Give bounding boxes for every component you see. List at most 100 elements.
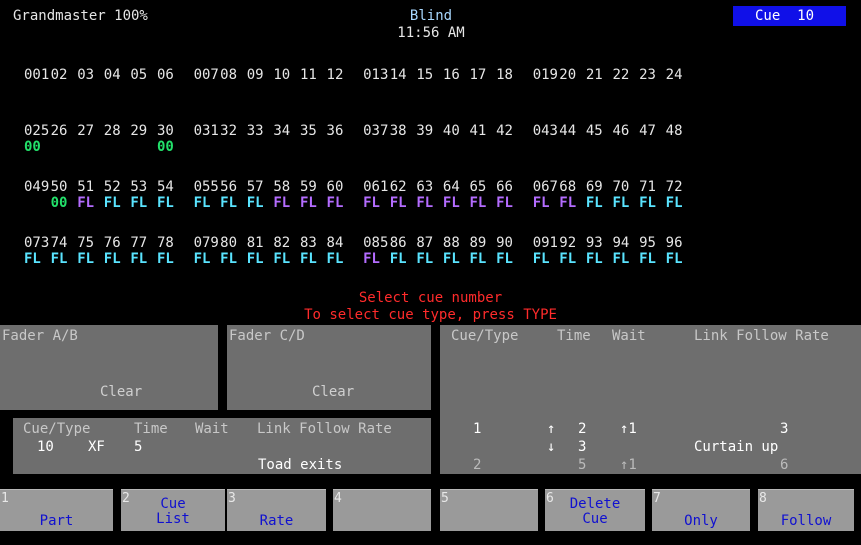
softkey-8-follow[interactable]: 8 Follow: [758, 489, 854, 531]
channel-level: FL: [585, 195, 603, 211]
channel-number: 51: [77, 179, 95, 195]
channel-number: 091: [532, 235, 558, 251]
channel-cell: 50 00: [51, 180, 78, 210]
channel-cell: 10: [273, 68, 300, 98]
cue-list-header-time: Time: [557, 328, 591, 344]
channel-cell: 82 FL: [273, 236, 300, 266]
channel-cell: 30 00: [157, 124, 184, 154]
channel-cell: 72 FL: [666, 180, 693, 210]
cue-list-row1-link: 3: [780, 421, 789, 437]
channel-number: 50: [50, 179, 68, 195]
channel-level: FL: [193, 195, 211, 211]
channel-level: FL: [469, 195, 487, 211]
channel-cell: 53 FL: [130, 180, 157, 210]
channel-cell: 77 FL: [130, 236, 157, 266]
channel-cell: 62 FL: [390, 180, 417, 210]
channel-number: 94: [612, 235, 630, 251]
display-mode-label: Blind: [409, 8, 453, 24]
channel-number: 90: [496, 235, 513, 251]
softkey-6-delete-cue[interactable]: 6 Delete Cue: [545, 489, 645, 531]
channel-number: 03: [77, 67, 95, 83]
cue-list-row3-time: 5: [578, 457, 587, 473]
channel-cell: 57 FL: [247, 180, 274, 210]
cue-detail-cue-type: XF: [88, 439, 105, 455]
channel-group: 037 38 39 40 41 42: [363, 124, 523, 154]
channel-cell: 091 FL: [533, 236, 560, 266]
cue-list-row1-time: 2: [578, 421, 587, 437]
channel-cell: 11: [300, 68, 327, 98]
channel-level: FL: [130, 195, 148, 211]
channel-cell: 019: [533, 68, 560, 98]
channel-number: 47: [639, 123, 656, 139]
softkey-3-number: 3: [228, 491, 236, 506]
channel-level: FL: [220, 251, 238, 267]
channel-group: 031 32 33 34 35 36: [194, 124, 354, 154]
channel-number: 58: [273, 179, 291, 195]
channel-number: 92: [559, 235, 577, 251]
softkey-4[interactable]: 4: [333, 489, 431, 531]
channel-number: 085: [363, 235, 389, 251]
channel-number: 42: [496, 123, 513, 139]
channel-level: 00: [50, 195, 68, 211]
channel-group: 085 FL 86 FL 87 FL 88 FL 89 FL 90 FL: [363, 236, 523, 266]
prompt-line-2: To select cue type, press TYPE: [304, 307, 557, 323]
channel-group: 013 14 15 16 17 18: [363, 68, 523, 98]
channel-number: 05: [130, 67, 148, 83]
softkey-6-label: Delete Cue: [569, 496, 621, 527]
channel-level: FL: [220, 195, 238, 211]
channel-number: 10: [273, 67, 291, 83]
cue-detail-label: Toad exits: [258, 457, 343, 473]
channel-number: 21: [585, 67, 603, 83]
cue-list-row3-wait: ↑1: [620, 457, 637, 473]
channel-number: 80: [220, 235, 238, 251]
channel-group: 067 FL 68 FL 69 FL 70 FL 71 FL 72 FL: [533, 180, 693, 210]
channel-cell: 36: [327, 124, 354, 154]
softkey-5-number: 5: [441, 491, 449, 506]
channel-cell: 94 FL: [612, 236, 639, 266]
softkey-3-label: Rate: [259, 513, 294, 529]
channel-number: 15: [416, 67, 434, 83]
softkey-7-only[interactable]: 7 Only: [652, 489, 750, 531]
channel-level: FL: [273, 195, 291, 211]
channel-number: 48: [665, 123, 683, 139]
softkey-3-rate[interactable]: 3 Rate: [227, 489, 326, 531]
channel-number: 079: [193, 235, 219, 251]
channel-number: 019: [532, 67, 558, 83]
softkey-1-part[interactable]: 1 Part: [0, 489, 113, 531]
cue-list-row2-time: 3: [578, 439, 587, 455]
channel-number: 35: [299, 123, 317, 139]
channel-cell: 28: [104, 124, 131, 154]
channel-cell: 14: [390, 68, 417, 98]
channel-number: 88: [442, 235, 460, 251]
channel-cell: 061 FL: [363, 180, 390, 210]
channel-number: 09: [246, 67, 264, 83]
channel-group: 055 FL 56 FL 57 FL 58 FL 59 FL 60 FL: [194, 180, 354, 210]
clock-label: 11:56 AM: [397, 25, 465, 41]
grandmaster-label: Grandmaster 100%: [13, 8, 148, 24]
channel-number: 45: [585, 123, 603, 139]
channel-level: FL: [273, 251, 291, 267]
channel-cell: 03: [77, 68, 104, 98]
channel-cell: 22: [612, 68, 639, 98]
softkey-8-label: Follow: [780, 513, 832, 529]
softkey-5[interactable]: 5: [440, 489, 538, 531]
channel-cell: 41: [470, 124, 497, 154]
channel-cell: 18: [496, 68, 523, 98]
channel-number: 66: [496, 179, 513, 195]
channel-level: FL: [416, 195, 434, 211]
softkey-2-cue-list[interactable]: 2 Cue List: [121, 489, 225, 531]
channel-number: 001: [24, 67, 50, 83]
channel-number: 56: [220, 179, 238, 195]
channel-level: FL: [326, 195, 344, 211]
channel-level: FL: [363, 251, 380, 267]
channel-cell: 89 FL: [470, 236, 497, 266]
channel-number: 63: [416, 179, 434, 195]
channel-cell: 83 FL: [300, 236, 327, 266]
channel-number: 54: [156, 179, 174, 195]
channel-number: 36: [326, 123, 344, 139]
channel-level: FL: [559, 195, 577, 211]
channel-number: 067: [532, 179, 558, 195]
channel-level: FL: [469, 251, 487, 267]
channel-number: 96: [665, 235, 683, 251]
channel-cell: 56 FL: [220, 180, 247, 210]
